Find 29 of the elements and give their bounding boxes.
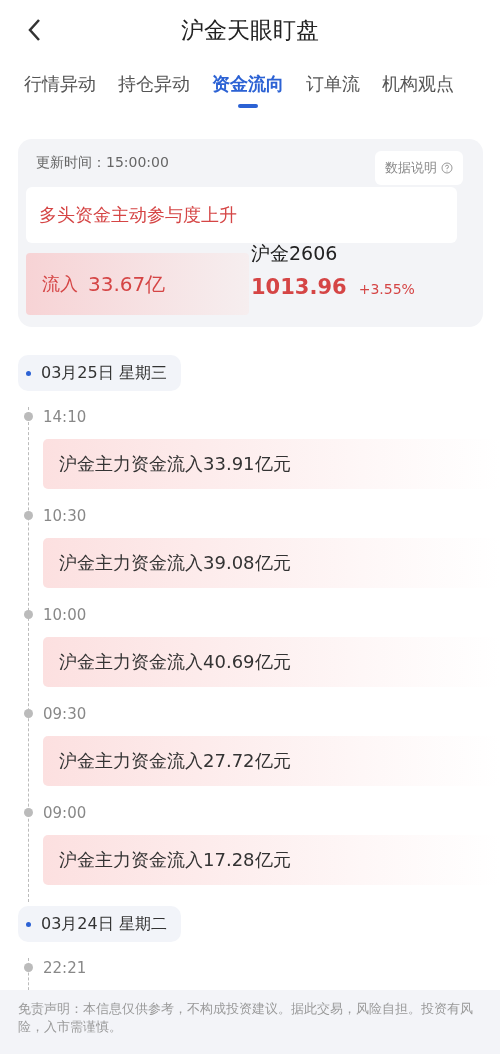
signal-headline: 多头资金主动参与度上升 [26,187,457,243]
price: 1013.96 [251,275,347,299]
contract-name: 沪金2606 [251,241,339,266]
tab[interactable]: 机构观点 [382,72,454,108]
date-header: 03月25日 星期三 [18,355,181,391]
timeline-dot [24,808,33,817]
page-title: 沪金天眼盯盘 [181,15,319,45]
price-change: +3.55% [358,281,415,297]
timeline-dot [24,511,33,520]
timeline-dot [24,709,33,718]
entry-time: 09:00 [43,803,88,823]
update-time: 更新时间：15:00:00 [36,154,169,172]
tab[interactable]: 行情异动 [24,72,96,108]
date-header: 03月24日 星期二 [18,906,181,942]
entry-time: 10:30 [43,506,88,526]
disclaimer: 免责声明：本信息仅供参考，不构成投资建议。据此交易，风险自担。投资有风险，入市需谨慎。 [0,990,500,1054]
tab[interactable]: 持仓异动 [118,72,190,108]
entry-time: 09:30 [43,704,88,724]
inflow-value: 33.67亿 [88,270,166,298]
entry-time: 22:21 [43,958,88,978]
tab[interactable]: 资金流向 [212,72,284,108]
help-icon [441,162,453,174]
timeline-dot [24,963,33,972]
data-info-button[interactable]: 数据说明 [375,151,463,185]
inflow-label: 流入 [42,272,78,296]
entry-time: 10:00 [43,605,88,625]
tab[interactable]: 订单流 [306,72,360,108]
timeline-dot [24,412,33,421]
entry-time: 14:10 [43,407,88,427]
